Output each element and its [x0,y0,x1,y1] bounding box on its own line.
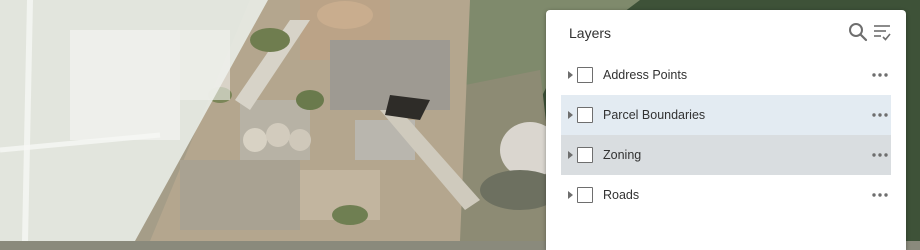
layers-panel: Layers Address Points Parcel Boundaries [546,10,906,250]
more-options-icon[interactable] [871,67,889,83]
more-options-icon[interactable] [871,147,889,163]
more-options-icon[interactable] [871,107,889,123]
layer-label: Parcel Boundaries [603,108,706,122]
more-options-icon[interactable] [871,187,889,203]
layer-visibility-checkbox[interactable] [577,67,593,83]
layer-visibility-checkbox[interactable] [577,147,593,163]
layer-label: Address Points [603,68,688,82]
expand-caret-icon[interactable] [568,191,573,199]
layer-visibility-checkbox[interactable] [577,107,593,123]
layer-row-address-points[interactable]: Address Points [561,55,891,95]
layer-row-zoning[interactable]: Zoning [561,135,891,175]
panel-title: Layers [569,25,612,41]
layer-row-parcel-boundaries[interactable]: Parcel Boundaries [561,95,891,135]
layer-visibility-checkbox[interactable] [577,187,593,203]
expand-caret-icon[interactable] [568,111,573,119]
layer-list: Address Points Parcel Boundaries Zoning … [561,55,891,215]
layer-label: Zoning [603,148,642,162]
layer-row-roads[interactable]: Roads [561,175,891,215]
expand-caret-icon[interactable] [568,151,573,159]
layer-label: Roads [603,188,640,202]
expand-caret-icon[interactable] [568,71,573,79]
search-icon[interactable] [848,22,868,42]
filter-icon[interactable] [872,22,892,42]
